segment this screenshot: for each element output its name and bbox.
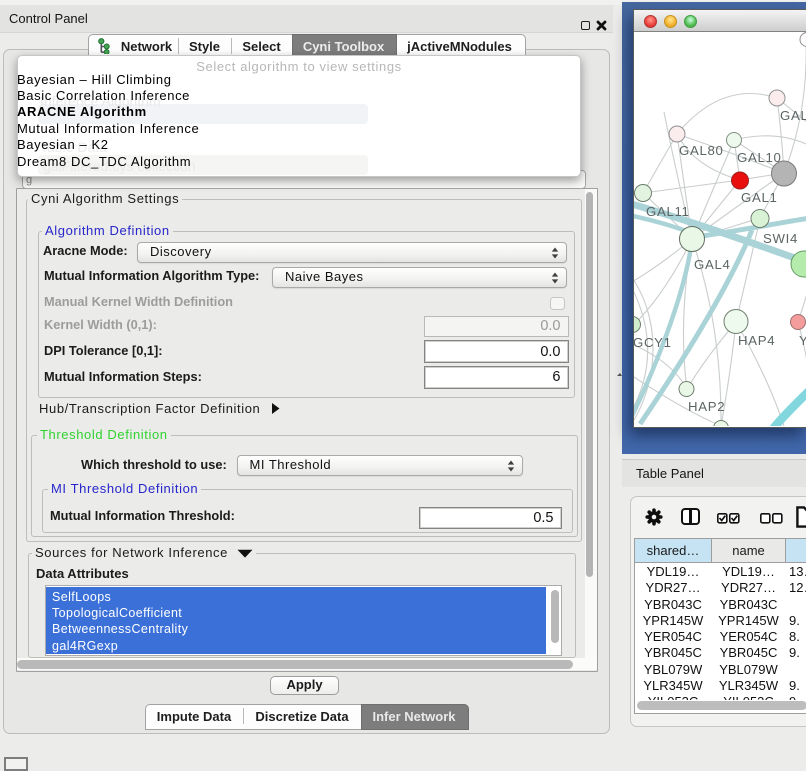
svg-text:GCY1: GCY1: [634, 335, 672, 350]
svg-text:Y: Y: [799, 333, 806, 348]
svg-text:GAL1: GAL1: [741, 190, 778, 205]
svg-text:GAL: GAL: [780, 108, 806, 123]
svg-text:HAP2: HAP2: [688, 399, 725, 414]
svg-text:SWI4: SWI4: [763, 231, 798, 246]
svg-text:HAP4: HAP4: [738, 333, 775, 348]
svg-text:GAL4: GAL4: [694, 257, 731, 272]
svg-text:GAL10: GAL10: [737, 150, 782, 165]
svg-text:GAL80: GAL80: [679, 143, 724, 158]
svg-text:GAL11: GAL11: [646, 204, 690, 219]
